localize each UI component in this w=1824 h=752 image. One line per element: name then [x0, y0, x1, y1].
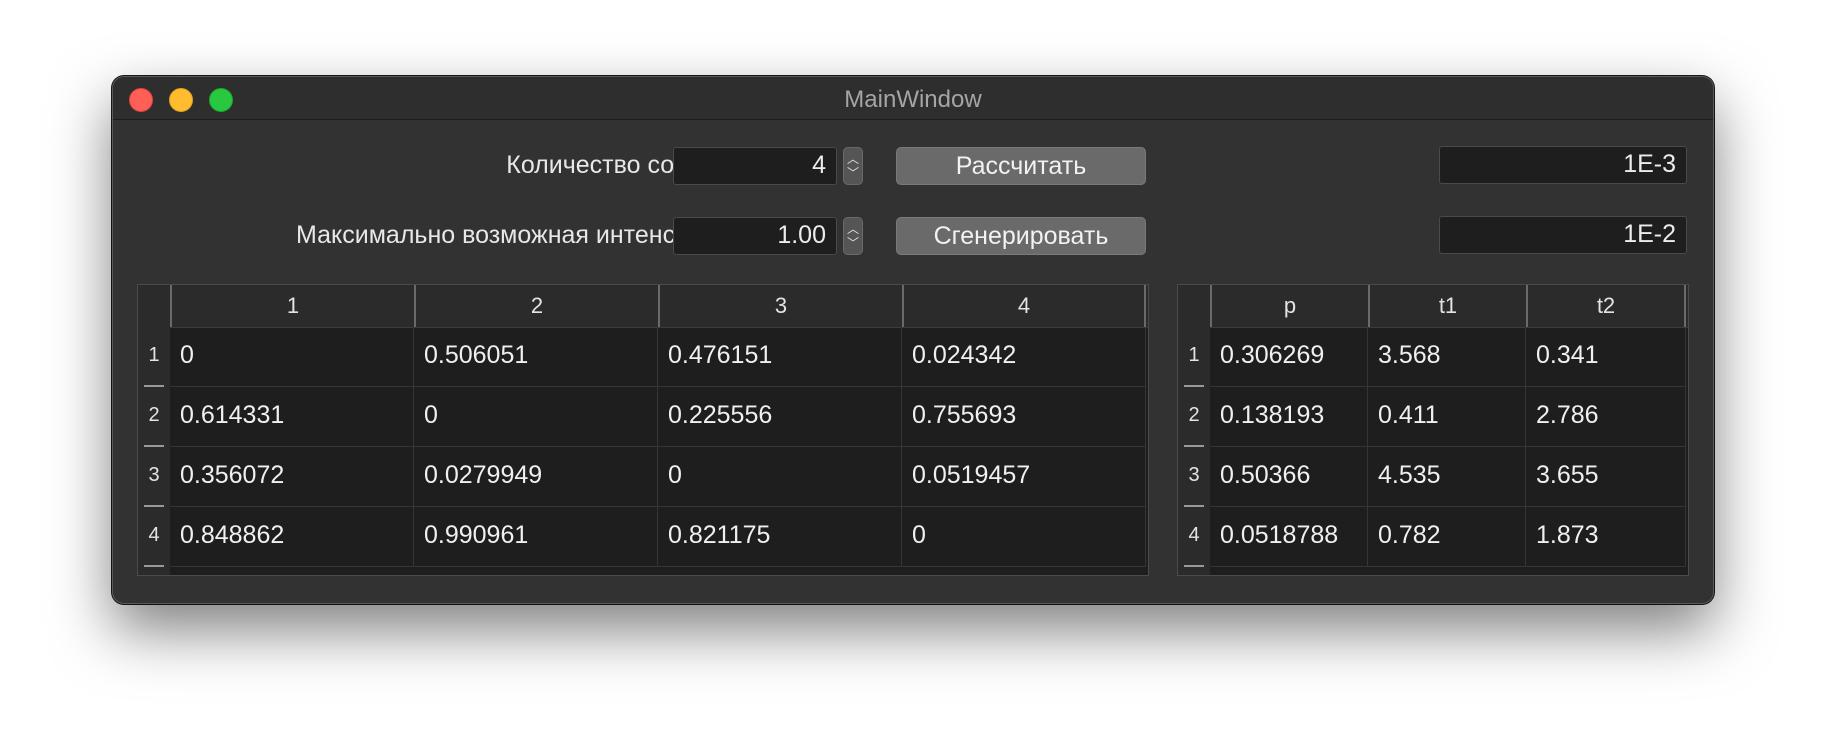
table-cell[interactable]: 0.341 — [1526, 327, 1686, 387]
row-header-label: 1 — [148, 344, 160, 366]
table-cell[interactable]: 3.655 — [1526, 447, 1686, 507]
generate-button[interactable]: Сгенерировать — [896, 217, 1146, 255]
matrix-table-header: 1 2 3 4 — [138, 285, 1148, 328]
row-header[interactable]: 3 — [1178, 447, 1210, 507]
table-cell[interactable]: 0.138193 — [1210, 387, 1368, 447]
table-cell[interactable]: 3.568 — [1368, 327, 1526, 387]
table-cell[interactable]: 0.356072 — [170, 447, 414, 507]
title-bar[interactable]: MainWindow — [113, 77, 1713, 120]
table-cell[interactable]: 0.755693 — [902, 387, 1146, 447]
row-divider — [1184, 565, 1204, 567]
table-cell[interactable]: 0.306269 — [1210, 327, 1368, 387]
table-cell[interactable]: 0.476151 — [658, 327, 902, 387]
column-header[interactable]: 3 — [658, 285, 902, 327]
max-intensity-label: Максимально возможная интенсивность — [296, 221, 767, 249]
results-table[interactable]: p t1 t2 1 2 3 4 0.306269 3.568 0.341 0.1… — [1177, 284, 1689, 576]
chevron-up-icon[interactable]: ︿ — [844, 223, 862, 235]
row-header[interactable]: 4 — [138, 507, 170, 575]
row-header-label: 3 — [148, 464, 160, 486]
chevron-down-icon[interactable]: ﹀ — [844, 237, 862, 249]
table-cell[interactable]: 1.873 — [1526, 507, 1686, 567]
table-cell[interactable]: 0 — [658, 447, 902, 507]
table-cell[interactable]: 0.782 — [1368, 507, 1526, 567]
row-header-label: 3 — [1188, 464, 1200, 486]
table-cell[interactable]: 0.024342 — [902, 327, 1146, 387]
table-cell[interactable]: 0 — [902, 507, 1146, 567]
main-window: MainWindow Количество состояний 4 ︿ ﹀ Ра… — [112, 76, 1714, 604]
table-cell[interactable]: 0.0519457 — [902, 447, 1146, 507]
results-table-header: p t1 t2 — [1178, 285, 1688, 328]
table-cell[interactable]: 0.225556 — [658, 387, 902, 447]
table-cell[interactable]: 0.848862 — [170, 507, 414, 567]
row-header[interactable]: 1 — [1178, 327, 1210, 387]
column-header[interactable]: 2 — [414, 285, 658, 327]
row-header-label: 2 — [1188, 404, 1200, 426]
states-count-stepper[interactable]: ︿ ﹀ — [843, 147, 863, 185]
row-header[interactable]: 3 — [138, 447, 170, 507]
row-header[interactable]: 2 — [138, 387, 170, 447]
table-cell[interactable]: 0.506051 — [414, 327, 658, 387]
table-cell[interactable]: 0.990961 — [414, 507, 658, 567]
column-header[interactable]: 4 — [902, 285, 1146, 327]
table-cell[interactable]: 0 — [414, 387, 658, 447]
table-cell[interactable]: 2.786 — [1526, 387, 1686, 447]
table-cell[interactable]: 0.0518788 — [1210, 507, 1368, 567]
row-header-label: 1 — [1188, 344, 1200, 366]
max-intensity-stepper[interactable]: ︿ ﹀ — [843, 217, 863, 255]
table-cell[interactable]: 0.50366 — [1210, 447, 1368, 507]
dt-input[interactable]: 1E-3 — [1439, 146, 1687, 184]
table-cell[interactable]: 0.0279949 — [414, 447, 658, 507]
row-divider — [144, 565, 164, 567]
column-header[interactable]: 1 — [170, 285, 414, 327]
states-count-input[interactable]: 4 — [673, 147, 837, 185]
column-header[interactable]: p — [1210, 285, 1368, 327]
row-header-label: 4 — [1188, 524, 1200, 546]
chevron-up-icon[interactable]: ︿ — [844, 153, 862, 165]
table-cell[interactable]: 0 — [170, 327, 414, 387]
intensity-matrix-table[interactable]: 1 2 3 4 1 2 3 4 0 0.506051 0.476151 0.02… — [137, 284, 1149, 576]
table-cell[interactable]: 0.821175 — [658, 507, 902, 567]
row-header[interactable]: 1 — [138, 327, 170, 387]
table-cell[interactable]: 0.411 — [1368, 387, 1526, 447]
column-header[interactable]: t1 — [1368, 285, 1526, 327]
row-header-label: 4 — [148, 524, 160, 546]
max-intensity-input[interactable]: 1.00 — [673, 217, 837, 255]
epsilon-input[interactable]: 1E-2 — [1439, 216, 1687, 254]
table-cell[interactable]: 0.614331 — [170, 387, 414, 447]
row-header-label: 2 — [148, 404, 160, 426]
column-header[interactable]: t2 — [1526, 285, 1686, 327]
window-title: MainWindow — [844, 86, 982, 113]
chevron-down-icon[interactable]: ﹀ — [844, 167, 862, 179]
row-header[interactable]: 2 — [1178, 387, 1210, 447]
calculate-button[interactable]: Рассчитать — [896, 147, 1146, 185]
row-header[interactable]: 4 — [1178, 507, 1210, 575]
table-cell[interactable]: 4.535 — [1368, 447, 1526, 507]
